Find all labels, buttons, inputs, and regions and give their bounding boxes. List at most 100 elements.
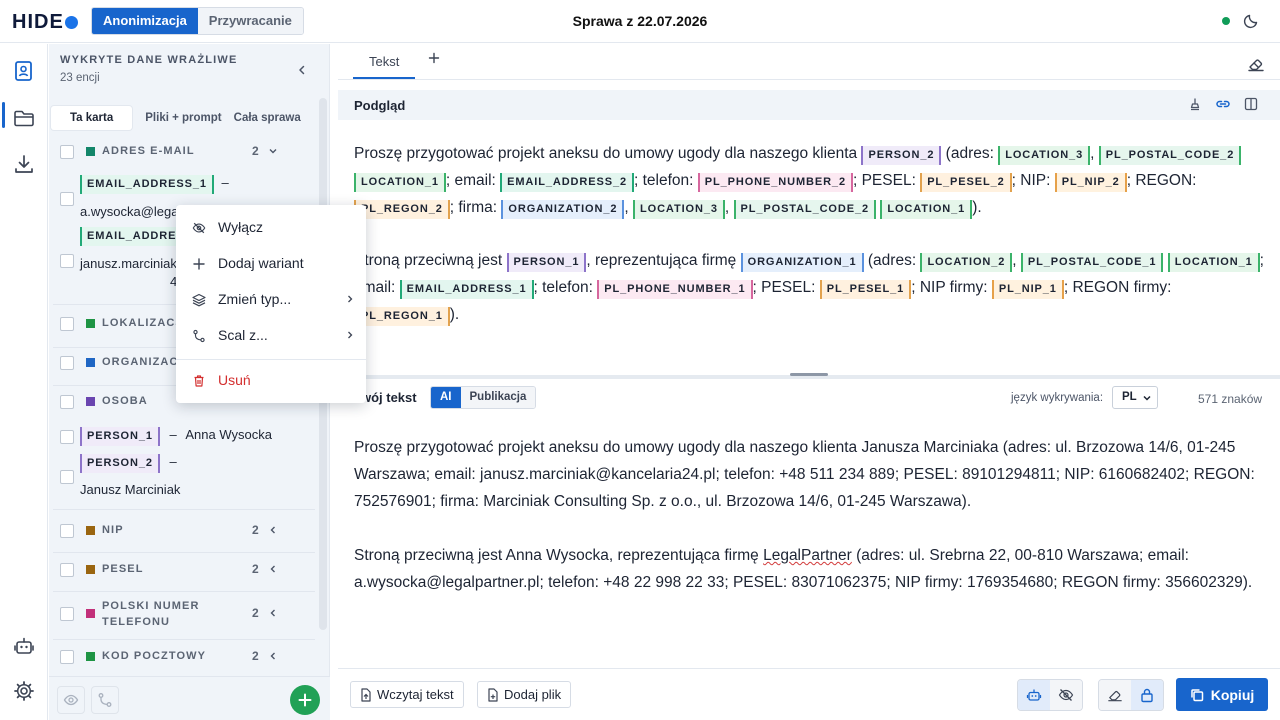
chevron-left-icon bbox=[270, 609, 275, 617]
dark-mode-toggle[interactable] bbox=[1243, 13, 1259, 29]
preview-text: ; firma: bbox=[449, 199, 502, 216]
scope-tab-this-card[interactable]: Ta karta bbox=[51, 106, 133, 130]
ai-on-button[interactable] bbox=[1018, 680, 1050, 710]
rail-settings-button[interactable] bbox=[12, 679, 36, 703]
category-nip[interactable]: NIP 2 bbox=[49, 516, 317, 546]
category-checkbox[interactable] bbox=[60, 607, 74, 621]
splitter-handle[interactable] bbox=[790, 373, 828, 376]
mode-tab-restore[interactable]: Przywracanie bbox=[197, 8, 303, 34]
placeholder-tag[interactable]: PL_REGON_1 bbox=[354, 307, 450, 326]
entity-count: 23 encji bbox=[60, 72, 100, 84]
category-checkbox[interactable] bbox=[60, 317, 74, 331]
category-checkbox[interactable] bbox=[60, 395, 74, 409]
source-text: Stroną przeciwną jest Anna Wysocka, repr… bbox=[354, 547, 764, 564]
add-file-button[interactable]: Dodaj plik bbox=[477, 681, 572, 708]
entity-checkbox[interactable] bbox=[60, 430, 74, 444]
placeholder-tag[interactable]: PL_REGON_2 bbox=[354, 200, 450, 219]
eraser-icon bbox=[1108, 691, 1122, 702]
placeholder-tag[interactable]: PL_POSTAL_CODE_2 bbox=[733, 200, 877, 219]
placeholder-tag[interactable]: PL_PHONE_NUMBER_1 bbox=[597, 280, 753, 299]
category-checkbox[interactable] bbox=[60, 356, 74, 370]
category-checkbox[interactable] bbox=[60, 563, 74, 577]
entity-row-email-1[interactable]: EMAIL_ADDRESS_1 – bbox=[80, 175, 229, 194]
folder-icon bbox=[14, 110, 34, 127]
rail-download-button[interactable] bbox=[12, 152, 36, 176]
category-pesel[interactable]: PESEL 2 bbox=[49, 555, 317, 585]
placeholder-tag[interactable]: LOCATION_1 bbox=[354, 173, 446, 192]
collapse-sidebar-button[interactable] bbox=[296, 64, 308, 76]
menu-item-change-type[interactable]: Zmień typ... bbox=[176, 286, 366, 314]
menu-item-disable[interactable]: Wyłącz bbox=[176, 214, 366, 242]
split-view-button[interactable] bbox=[1244, 97, 1258, 111]
placeholder-tag[interactable]: PERSON_1 bbox=[506, 253, 587, 272]
menu-item-add-variant[interactable]: Dodaj wariant bbox=[176, 250, 366, 278]
entity-row-person-1[interactable]: PERSON_1 – Anna Wysocka bbox=[80, 427, 272, 446]
add-entity-button[interactable] bbox=[290, 685, 320, 715]
mode-tab-anonymize[interactable]: Anonimizacja bbox=[92, 8, 198, 34]
lock-button[interactable] bbox=[1131, 680, 1163, 710]
entity-row-person-2[interactable]: PERSON_2 – bbox=[80, 454, 177, 473]
scope-tab-files-prompt[interactable]: Pliki + prompt bbox=[140, 106, 226, 130]
category-phone[interactable]: POLSKI NUMER TELEFONU 2 bbox=[49, 599, 317, 639]
load-text-button[interactable]: Wczytaj tekst bbox=[350, 681, 464, 708]
entity-context-menu: Wyłącz Dodaj wariant Zmień typ... Scal z… bbox=[176, 205, 366, 403]
placeholder-tag[interactable]: PL_PHONE_NUMBER_2 bbox=[697, 173, 853, 192]
menu-item-label: Wyłącz bbox=[218, 219, 263, 235]
sidebar-title: WYKRYTE DANE WRAŻLIWE bbox=[60, 54, 238, 66]
rail-ai-button[interactable] bbox=[12, 634, 36, 658]
category-color-swatch bbox=[86, 319, 95, 328]
placeholder-tag[interactable]: PL_PESEL_2 bbox=[920, 173, 1012, 192]
clear-text-button[interactable] bbox=[1099, 680, 1131, 710]
source-header: Twój tekst AI Publikacja język wykrywani… bbox=[338, 383, 1280, 413]
category-count: 2 bbox=[252, 649, 259, 663]
placeholder-tag[interactable]: ORGANIZATION_1 bbox=[740, 253, 864, 272]
entity-checkbox[interactable] bbox=[60, 192, 74, 206]
source-text-editor[interactable]: Proszę przygotować projekt aneksu do umo… bbox=[354, 434, 1266, 623]
category-label: OSOBA bbox=[102, 395, 148, 407]
source-mode-toggle: AI Publikacja bbox=[430, 386, 537, 409]
placeholder-tag[interactable]: PERSON_2 bbox=[861, 146, 942, 165]
category-checkbox[interactable] bbox=[60, 524, 74, 538]
category-checkbox[interactable] bbox=[60, 145, 74, 159]
placeholder-tag[interactable]: PL_NIP_1 bbox=[991, 280, 1064, 299]
placeholder-tag[interactable]: LOCATION_2 bbox=[920, 253, 1013, 272]
toggle-publication[interactable]: Publikacja bbox=[460, 387, 536, 408]
placeholder-tag[interactable]: LOCATION_3 bbox=[998, 146, 1091, 165]
rail-files-button[interactable] bbox=[12, 106, 36, 130]
tab-text[interactable]: Tekst bbox=[353, 54, 416, 79]
link-button[interactable] bbox=[1215, 97, 1231, 111]
entity-checkbox[interactable] bbox=[60, 470, 74, 484]
eye-off-icon bbox=[1058, 689, 1074, 701]
placeholder-tag[interactable]: PL_NIP_2 bbox=[1054, 173, 1127, 192]
divider bbox=[53, 552, 315, 553]
placeholder-tag[interactable]: LOCATION_1 bbox=[1167, 253, 1260, 272]
category-email[interactable]: ADRES E-MAIL 2 bbox=[49, 137, 317, 167]
toggle-ai[interactable]: AI bbox=[431, 387, 461, 408]
placeholder-tag[interactable]: ORGANIZATION_2 bbox=[501, 200, 625, 219]
merge-button[interactable] bbox=[91, 686, 119, 714]
copy-button[interactable]: Kopiuj bbox=[1176, 678, 1268, 711]
toggle-visibility-button[interactable] bbox=[57, 686, 85, 714]
placeholder-tag[interactable]: LOCATION_1 bbox=[880, 200, 973, 219]
language-select[interactable]: PL bbox=[1112, 386, 1158, 409]
menu-item-merge[interactable]: Scal z... bbox=[176, 322, 366, 350]
placeholder-tag[interactable]: EMAIL_ADDRESS_1 bbox=[399, 280, 534, 299]
entity-checkbox[interactable] bbox=[60, 254, 74, 268]
format-button[interactable] bbox=[1188, 97, 1202, 111]
category-checkbox[interactable] bbox=[60, 650, 74, 664]
add-tab-button[interactable] bbox=[428, 52, 440, 64]
placeholder-tag[interactable]: PL_POSTAL_CODE_2 bbox=[1098, 146, 1242, 165]
category-postal-code[interactable]: KOD POCZTOWY 2 bbox=[49, 642, 317, 672]
ai-off-button[interactable] bbox=[1050, 680, 1082, 710]
placeholder-tag[interactable]: PL_PESEL_1 bbox=[819, 280, 912, 299]
scope-tab-whole-case[interactable]: Cała sprawa bbox=[229, 106, 306, 130]
category-color-swatch bbox=[86, 147, 95, 156]
placeholder-tag[interactable]: LOCATION_3 bbox=[633, 200, 725, 219]
clear-button[interactable] bbox=[1247, 56, 1265, 72]
chevron-left-icon bbox=[270, 565, 275, 573]
placeholder-tag[interactable]: EMAIL_ADDRESS_2 bbox=[500, 173, 634, 192]
app-logo: HIDE bbox=[12, 11, 78, 34]
placeholder-tag[interactable]: PL_POSTAL_CODE_1 bbox=[1020, 253, 1164, 272]
menu-item-delete[interactable]: Usuń bbox=[176, 367, 366, 395]
rail-entities-button[interactable] bbox=[12, 59, 36, 83]
